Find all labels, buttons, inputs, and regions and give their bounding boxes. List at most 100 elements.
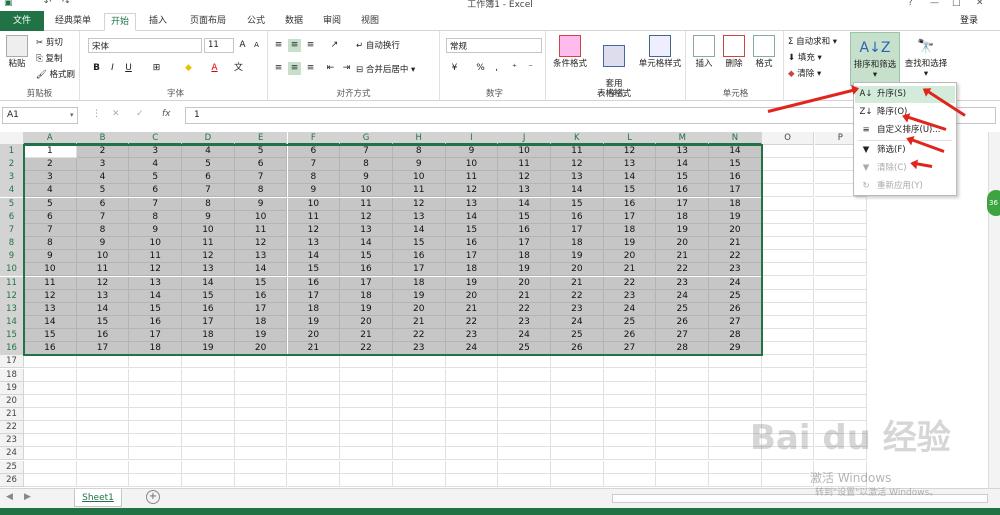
cell[interactable]: 6 [129,184,183,198]
cell[interactable] [814,315,868,329]
tab-formulas[interactable]: 公式 [240,13,272,31]
cell[interactable] [392,368,446,382]
increase-indent-icon[interactable]: ⇥ [340,62,353,75]
cell[interactable]: 12 [445,184,499,198]
cell[interactable]: 17 [129,329,183,343]
cell[interactable]: 15 [709,158,762,172]
add-sheet-button[interactable]: + [146,490,160,504]
redo-icon[interactable]: ↷ [62,0,70,8]
cell[interactable]: 13 [182,263,235,277]
cell[interactable] [498,408,551,421]
cell[interactable] [234,421,288,435]
cell[interactable] [129,473,183,487]
cell[interactable]: 18 [182,329,235,343]
cell[interactable] [656,473,710,487]
cell[interactable]: 21 [656,250,710,264]
cell[interactable]: 21 [709,237,762,251]
cell[interactable]: 15 [234,276,288,290]
format-cells-button[interactable]: 格式 [750,35,778,69]
cell[interactable] [656,434,710,448]
cell[interactable]: 15 [445,223,499,237]
row-header-7[interactable]: 7 [0,223,24,237]
cell[interactable] [814,394,868,408]
row-header-17[interactable]: 17 [0,355,24,369]
cell[interactable]: 14 [709,145,762,158]
cell[interactable]: 16 [656,184,710,198]
cell[interactable] [498,434,551,448]
cell[interactable] [340,368,393,382]
cell[interactable]: 21 [603,263,657,277]
cell[interactable] [656,355,710,369]
cell[interactable] [603,460,657,474]
cell[interactable] [656,408,710,421]
row-header-11[interactable]: 11 [0,276,24,290]
find-select-button[interactable]: 🔭 查找和选择 ▾ [902,35,950,79]
cell[interactable]: 15 [340,250,393,264]
cell[interactable] [129,355,183,369]
cell[interactable]: 16 [76,329,130,343]
cell[interactable]: 16 [24,342,77,356]
cell[interactable]: 16 [709,171,762,185]
cell[interactable] [603,473,657,487]
close-icon[interactable]: ✕ [976,0,984,8]
floating-widget-badge[interactable]: 36 [987,190,1000,216]
cell[interactable] [761,315,815,329]
login-link[interactable]: 登录 [960,13,978,26]
cell[interactable]: 10 [76,250,130,264]
column-header-A[interactable]: A [24,132,77,145]
cell[interactable]: 7 [287,158,341,172]
cell[interactable]: 13 [129,276,183,290]
cell[interactable] [234,447,288,461]
cell[interactable]: 4 [24,184,77,198]
cell[interactable]: 14 [656,158,710,172]
cell[interactable]: 20 [603,250,657,264]
cell[interactable]: 16 [287,276,341,290]
cell[interactable]: 6 [24,210,77,224]
cell[interactable]: 11 [392,184,446,198]
cell[interactable] [392,460,446,474]
delete-cells-button[interactable]: 删除 [720,35,748,69]
cell[interactable]: 24 [445,342,499,356]
row-header-10[interactable]: 10 [0,263,24,277]
cell[interactable]: 10 [287,197,341,211]
row-header-23[interactable]: 23 [0,434,24,448]
cell[interactable]: 16 [498,223,551,237]
cell[interactable]: 11 [234,223,288,237]
cell[interactable] [709,394,762,408]
copy-button[interactable]: ⎘ 复制 [36,52,63,64]
cell[interactable] [814,276,868,290]
cell[interactable]: 9 [340,171,393,185]
cell[interactable] [709,355,762,369]
cell[interactable] [814,342,868,356]
cell[interactable]: 11 [551,145,604,158]
cell[interactable] [761,302,815,316]
cell[interactable]: 10 [498,145,551,158]
cell[interactable]: 12 [182,250,235,264]
cell[interactable] [234,381,288,395]
cell[interactable]: 16 [603,197,657,211]
cell[interactable]: 20 [287,329,341,343]
row-header-6[interactable]: 6 [0,210,24,224]
cell[interactable] [814,289,868,303]
cell[interactable] [129,394,183,408]
cell[interactable]: 14 [498,197,551,211]
column-header-I[interactable]: I [445,132,499,145]
cell[interactable]: 13 [445,197,499,211]
cell[interactable] [445,447,499,461]
column-header-O[interactable]: O [761,132,815,145]
cell[interactable] [182,473,235,487]
cell[interactable]: 13 [603,158,657,172]
font-color-icon[interactable]: A [208,62,221,75]
cell[interactable] [761,460,815,474]
cell[interactable]: 20 [709,223,762,237]
cell[interactable]: 8 [24,237,77,251]
column-header-G[interactable]: G [340,132,393,145]
row-header-20[interactable]: 20 [0,394,24,408]
font-size-select[interactable]: 11 [204,38,234,53]
cell[interactable]: 8 [234,184,288,198]
cell[interactable] [603,381,657,395]
cell[interactable]: 26 [656,315,710,329]
cell[interactable] [656,447,710,461]
cell[interactable]: 20 [551,263,604,277]
cell[interactable] [551,394,604,408]
